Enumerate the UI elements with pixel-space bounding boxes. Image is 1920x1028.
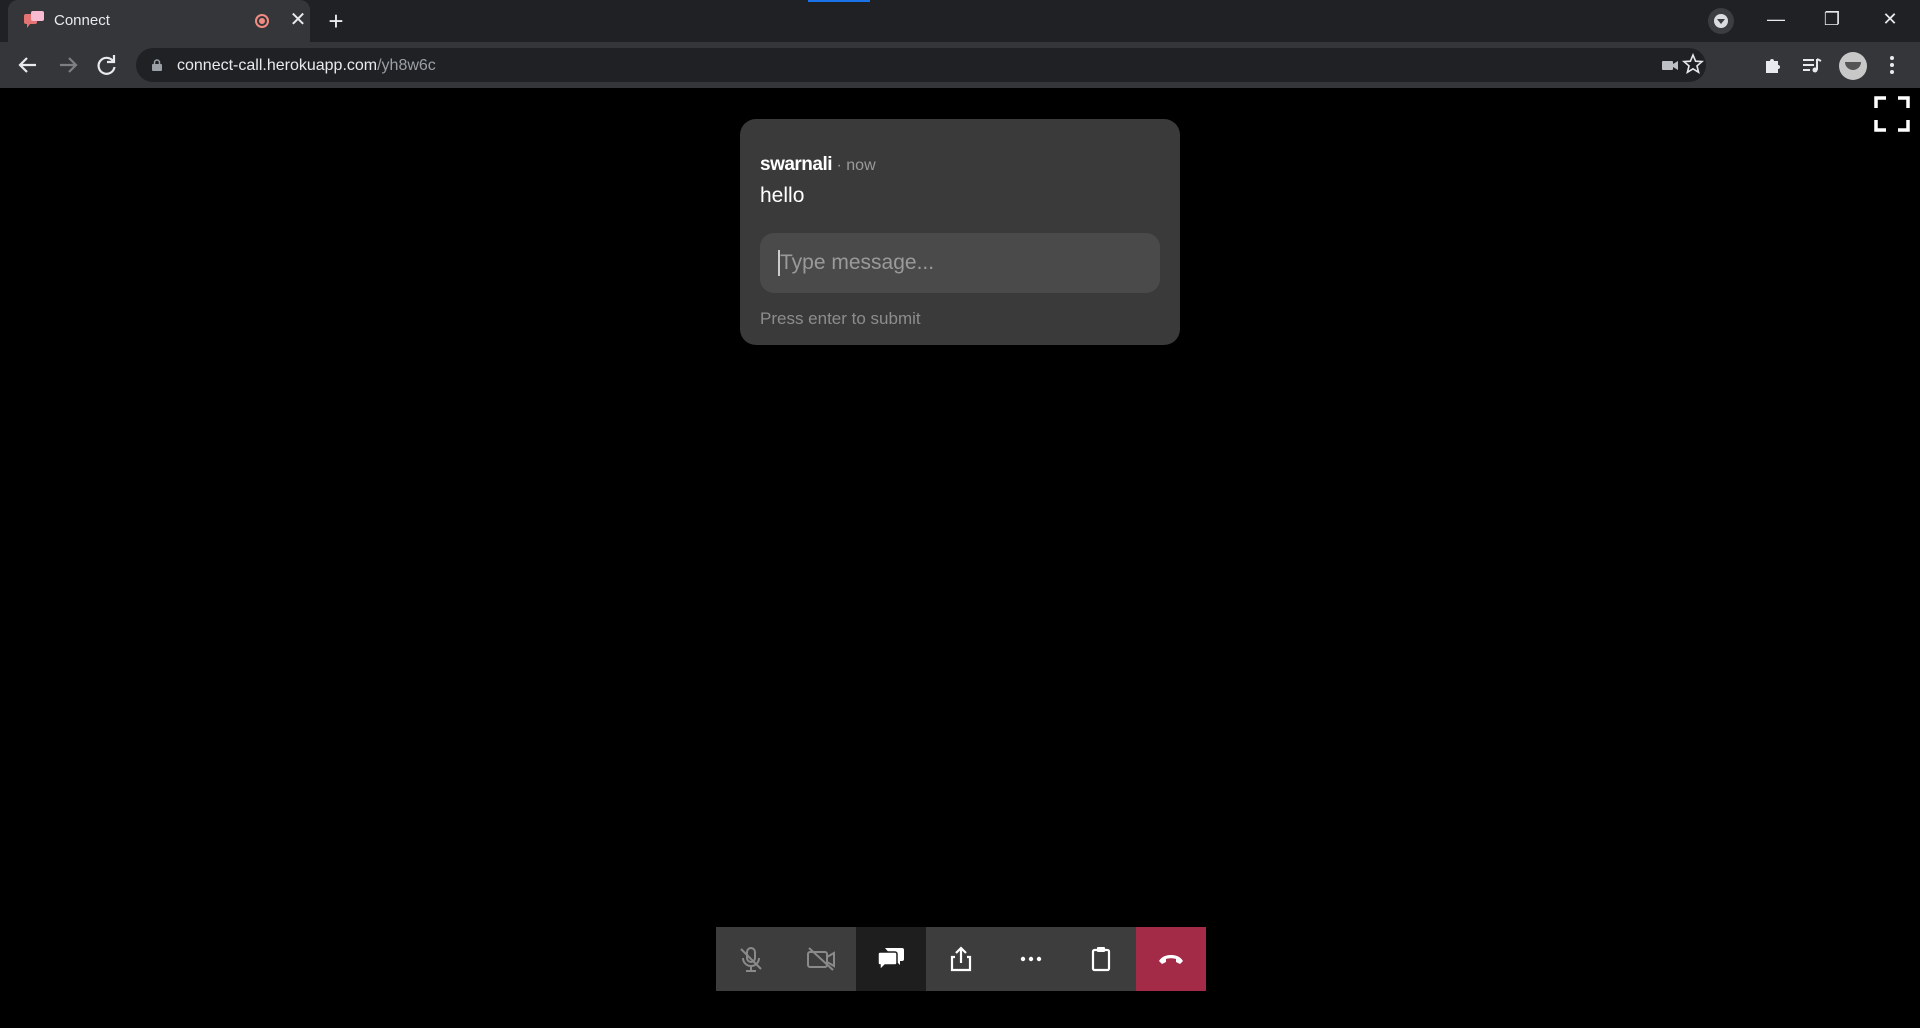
fullscreen-icon[interactable] xyxy=(1872,94,1912,134)
browser-tabstrip: Connect ✕ + — ❐ ✕ xyxy=(0,0,1920,42)
extensions-icon[interactable] xyxy=(1758,51,1786,79)
back-icon[interactable] xyxy=(12,49,44,81)
message-separator: · xyxy=(832,157,847,174)
new-tab-button[interactable]: + xyxy=(322,7,350,35)
copy-link-button[interactable] xyxy=(1066,927,1136,991)
submit-hint: Press enter to submit xyxy=(760,309,921,328)
connect-favicon-icon xyxy=(24,11,44,28)
message-input[interactable] xyxy=(760,233,1160,293)
more-icon xyxy=(1020,956,1042,962)
address-bar[interactable]: connect-call.herokuapp.com/yh8w6c xyxy=(136,48,1706,82)
hang-up-icon xyxy=(1159,955,1183,964)
chat-icon xyxy=(877,948,904,972)
camera-in-use-icon[interactable] xyxy=(1660,55,1680,75)
url-text: connect-call.herokuapp.com/yh8w6c xyxy=(177,57,436,74)
share-icon xyxy=(950,946,972,972)
minimize-button[interactable]: — xyxy=(1748,0,1804,38)
bookmark-star-icon[interactable] xyxy=(1681,52,1705,75)
message-header: swarnali · now xyxy=(760,154,876,176)
tab-search-icon[interactable] xyxy=(1708,8,1734,34)
mic-off-icon xyxy=(740,947,762,972)
media-controls-icon[interactable] xyxy=(1797,51,1825,79)
browser-tab[interactable]: Connect ✕ xyxy=(8,0,310,42)
chat-panel: swarnali · now hello Press enter to subm… xyxy=(740,119,1180,345)
more-button[interactable] xyxy=(996,927,1066,991)
message-sender: swarnali xyxy=(760,154,833,175)
profile-avatar[interactable] xyxy=(1839,52,1867,80)
close-window-button[interactable]: ✕ xyxy=(1862,0,1918,38)
camera-button[interactable] xyxy=(786,927,856,991)
browser-menu-icon[interactable] xyxy=(1878,51,1906,79)
camera-off-icon xyxy=(807,947,835,971)
forward-icon[interactable] xyxy=(52,49,84,81)
share-screen-button[interactable] xyxy=(926,927,996,991)
recording-indicator-icon xyxy=(255,14,269,28)
clipboard-icon xyxy=(1091,947,1111,972)
call-controls-bar xyxy=(716,927,1206,991)
tab-close-icon[interactable]: ✕ xyxy=(286,8,310,32)
text-caret xyxy=(778,250,780,276)
tab-progress-indicator xyxy=(808,0,870,2)
browser-toolbar: connect-call.herokuapp.com/yh8w6c xyxy=(0,42,1920,88)
message-text: hello xyxy=(760,184,805,207)
message-time: now xyxy=(846,157,876,174)
tab-title: Connect xyxy=(54,12,110,29)
lock-icon xyxy=(152,59,162,71)
mute-mic-button[interactable] xyxy=(716,927,786,991)
end-call-button[interactable] xyxy=(1136,927,1206,991)
chat-button[interactable] xyxy=(856,927,926,991)
video-call-page: swarnali · now hello Press enter to subm… xyxy=(0,88,1920,1028)
restore-button[interactable]: ❐ xyxy=(1804,0,1860,38)
reload-icon[interactable] xyxy=(91,49,123,81)
